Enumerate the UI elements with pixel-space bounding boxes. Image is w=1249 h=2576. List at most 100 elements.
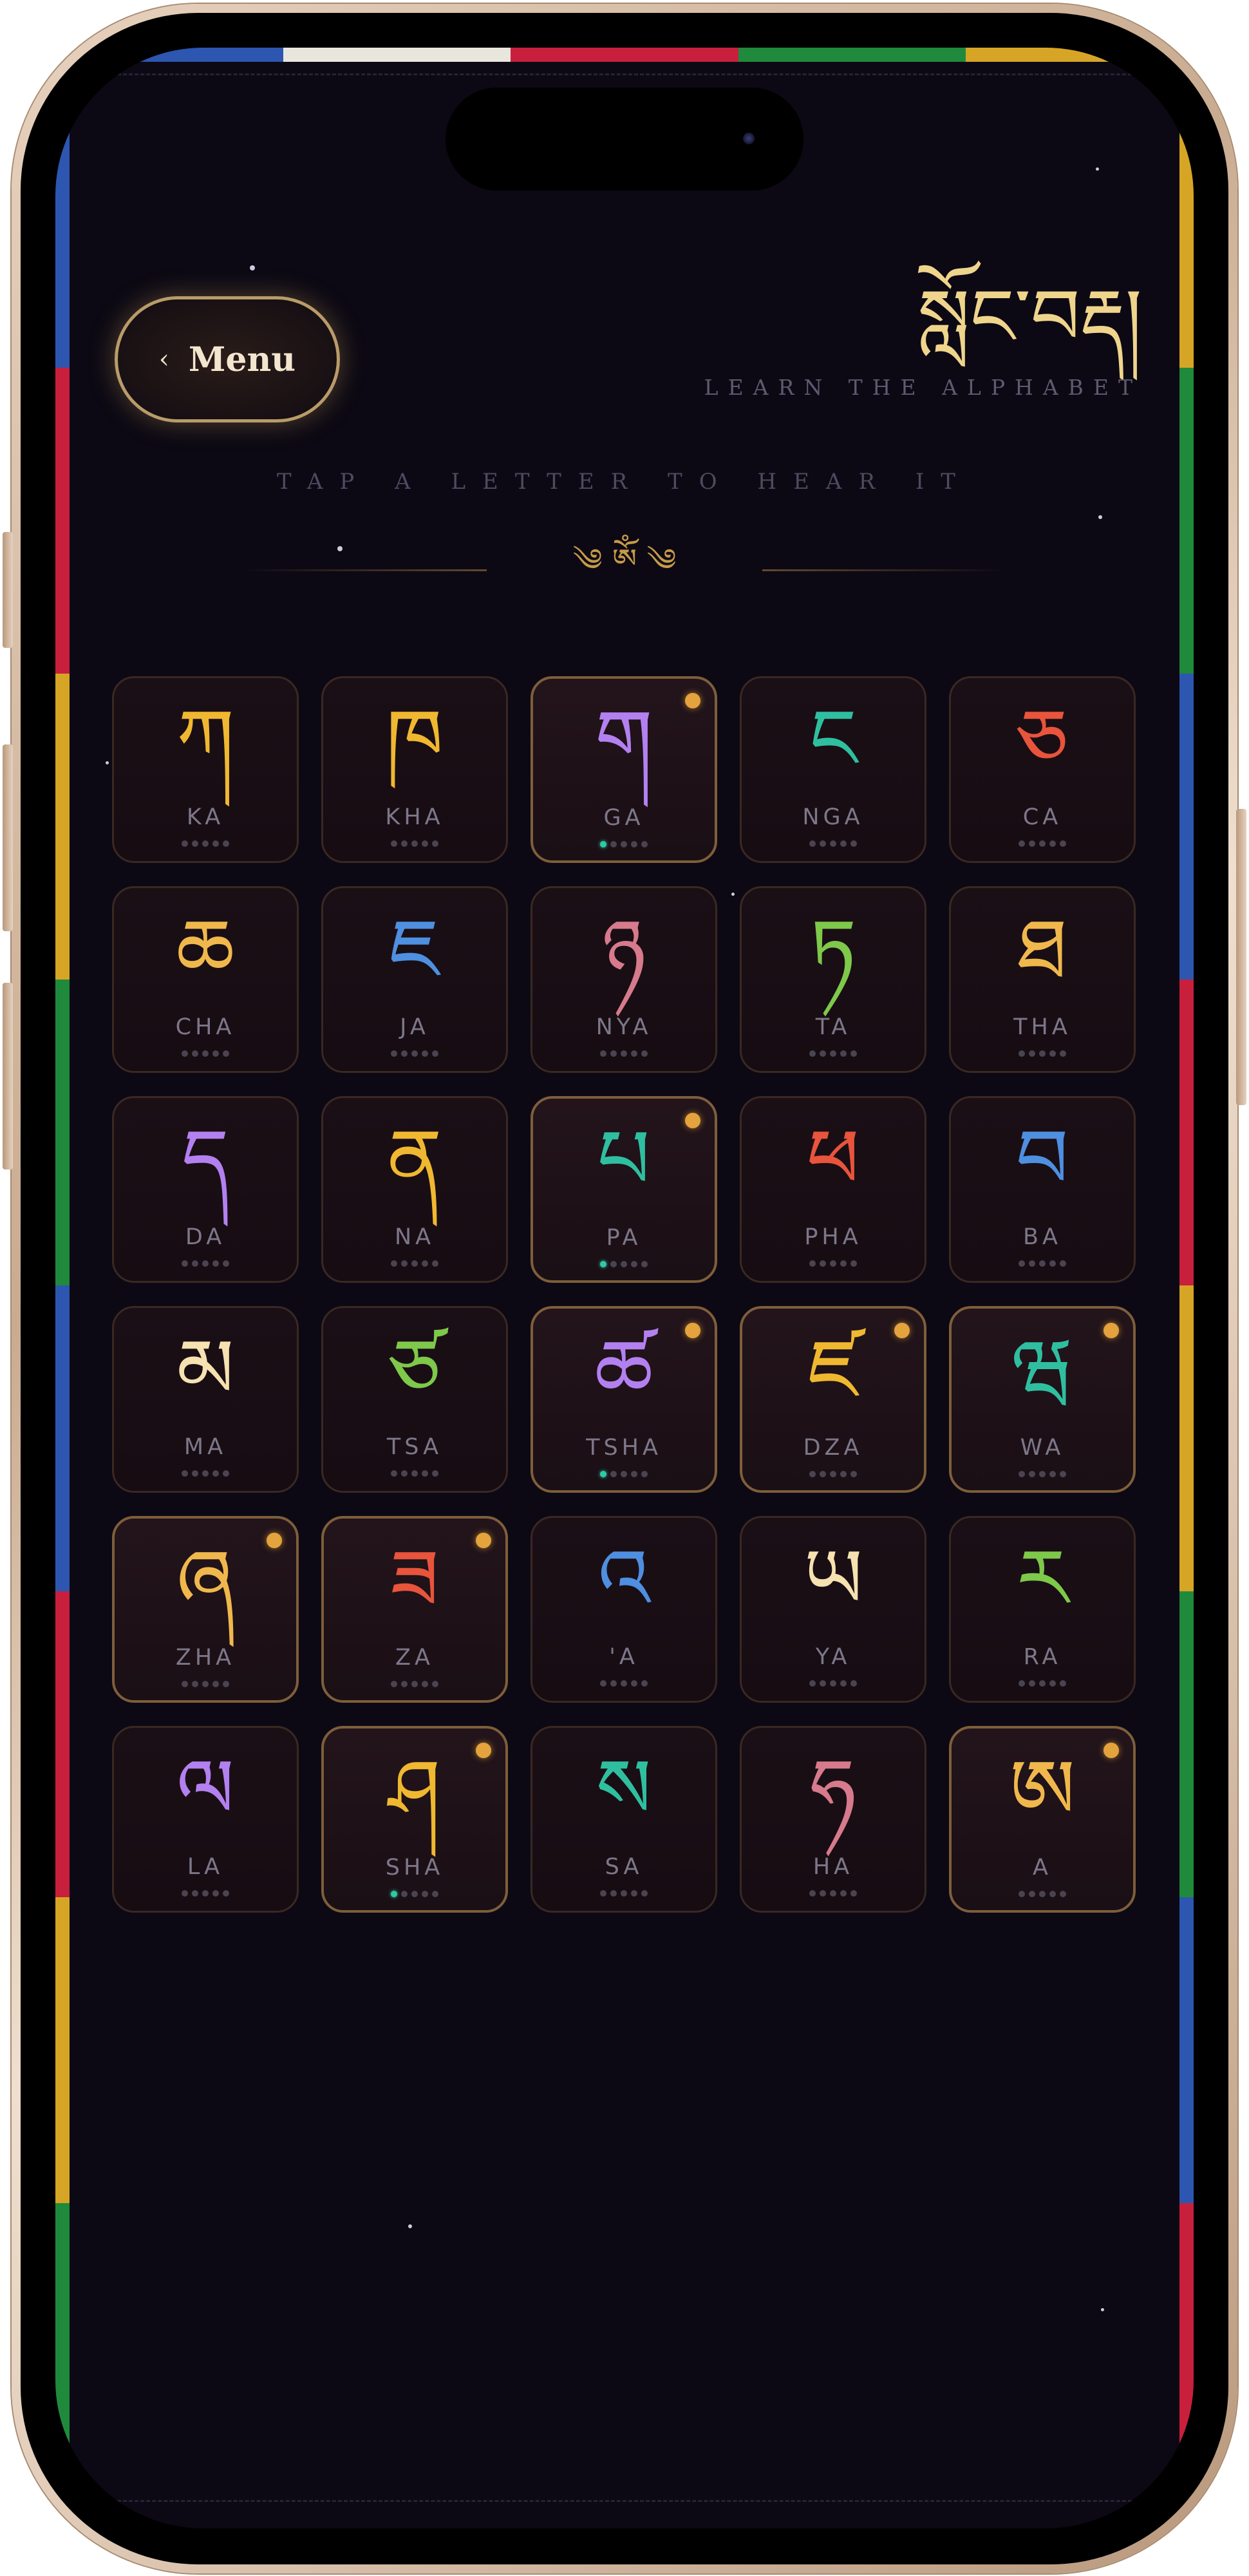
flag-stripe	[1179, 674, 1194, 980]
letter-glyph: ཉ	[601, 902, 646, 998]
progress-dot	[850, 1471, 857, 1477]
progress-dot	[621, 1050, 627, 1057]
progress-dot	[202, 1470, 209, 1477]
progress-dot	[600, 841, 606, 848]
progress-dot	[422, 1891, 428, 1897]
progress-dot	[621, 1890, 627, 1897]
letter-romanization: NGA	[802, 804, 864, 830]
progress-dot	[1049, 840, 1056, 847]
progress-dot	[1039, 1471, 1046, 1477]
letter-romanization: NA	[394, 1224, 435, 1250]
progress-dot	[391, 1050, 397, 1057]
letter-tile[interactable]: ཧ HA	[740, 1726, 926, 1913]
flag-stripe	[511, 48, 738, 62]
progress-dot	[641, 1890, 648, 1897]
progress-dot	[600, 1261, 606, 1267]
progress-dot	[182, 840, 188, 847]
progress-dot	[830, 1471, 836, 1477]
letter-glyph: ཙ	[388, 1321, 441, 1417]
flag-stripe	[55, 62, 70, 368]
letter-tile[interactable]: ཏ TA	[740, 886, 926, 1073]
progress-dots	[951, 1050, 1134, 1057]
progress-dot	[432, 1470, 438, 1477]
letter-tile[interactable]: ཀ KA	[112, 676, 299, 863]
progress-dot	[401, 1260, 408, 1267]
menu-button[interactable]: ‹ Menu	[115, 296, 340, 422]
letter-tile[interactable]: ཙ TSA	[321, 1306, 508, 1493]
letter-tile[interactable]: ཤ SHA	[321, 1726, 508, 1913]
letter-tile[interactable]: ས SA	[531, 1726, 717, 1913]
progress-dots	[532, 1050, 715, 1057]
letter-tile[interactable]: ཐ THA	[949, 886, 1136, 1073]
letter-romanization: SHA	[385, 1855, 444, 1880]
flag-stripe	[55, 368, 70, 674]
letter-tile[interactable]: ང NGA	[740, 676, 926, 863]
letter-tile[interactable]: ཝ WA	[949, 1306, 1136, 1493]
letter-tile[interactable]: ཕ PHA	[740, 1096, 926, 1283]
progress-dots	[114, 1050, 297, 1057]
flag-stripe	[1179, 368, 1194, 674]
letter-glyph: ཅ	[1016, 692, 1069, 788]
letter-tile[interactable]: ཆ CHA	[112, 886, 299, 1073]
letter-romanization: BA	[1023, 1224, 1062, 1250]
letter-romanization: JA	[400, 1014, 429, 1040]
letter-romanization: TA	[815, 1014, 851, 1040]
progress-dot	[600, 1890, 606, 1897]
letter-tile[interactable]: ཟ ZA	[321, 1516, 508, 1703]
star-decoration	[1096, 167, 1099, 171]
letter-tile[interactable]: ཉ NYA	[531, 886, 717, 1073]
om-ornament: ༄ ༀ ༄	[572, 542, 677, 578]
progress-dot	[1060, 1471, 1066, 1477]
letter-romanization: A	[1033, 1855, 1052, 1880]
bottom-dashed-divider	[94, 2500, 1155, 2502]
progress-dot	[401, 1050, 408, 1057]
progress-dots	[323, 1050, 506, 1057]
progress-dots	[742, 1471, 924, 1477]
letter-tile[interactable]: ཨA	[949, 1726, 1136, 1913]
letter-romanization: DA	[185, 1224, 226, 1250]
letter-glyph: ཁ	[386, 692, 444, 788]
letter-romanization: YA	[815, 1644, 851, 1670]
top-dashed-divider	[94, 73, 1155, 75]
letter-tile[interactable]: ཡ YA	[740, 1516, 926, 1703]
letter-romanization: ZHA	[175, 1645, 236, 1671]
flag-stripe	[1179, 980, 1194, 1285]
letter-tile[interactable]: ཞ ZHA	[112, 1516, 299, 1703]
letter-romanization: CHA	[175, 1014, 236, 1040]
letter-romanization: KHA	[385, 804, 444, 830]
alphabet-grid: ཀ KA ཁ KHA ག GA ང NGA ཅ CA ཆ CHA ཇ JA ཉ NYA ཏ TA ཐ THA ད DA ན N…	[112, 676, 1137, 1913]
letter-tile[interactable]: ཛ DZA	[740, 1306, 926, 1493]
letter-tile[interactable]: འ 'A	[531, 1516, 717, 1703]
volume-up-button	[3, 744, 13, 931]
progress-dot	[820, 1680, 826, 1687]
letter-tile[interactable]: མ MA	[112, 1306, 299, 1493]
letter-tile[interactable]: ག GA	[531, 676, 717, 863]
progress-dot	[192, 1681, 198, 1687]
letter-tile[interactable]: ལ LA	[112, 1726, 299, 1913]
letter-tile[interactable]: ཁ KHA	[321, 676, 508, 863]
letter-glyph: བ	[1015, 1112, 1069, 1208]
letter-tile[interactable]: ད DA	[112, 1096, 299, 1283]
letter-tile[interactable]: ན NA	[321, 1096, 508, 1283]
letter-tile[interactable]: ཇ JA	[321, 886, 508, 1073]
letter-glyph: ཆ	[176, 902, 235, 998]
letter-tile[interactable]: ཚ TSHA	[531, 1306, 717, 1493]
progress-dot	[610, 1050, 617, 1057]
letter-tile[interactable]: ར RA	[949, 1516, 1136, 1703]
progress-dot	[1029, 1050, 1035, 1057]
progress-dot	[830, 1890, 836, 1897]
letter-tile[interactable]: ཅ CA	[949, 676, 1136, 863]
progress-dot	[192, 1260, 198, 1267]
new-badge-dot	[685, 1323, 700, 1338]
letter-glyph: ན	[387, 1112, 442, 1208]
progress-dot	[1049, 1680, 1056, 1687]
letter-tile[interactable]: པ PA	[531, 1096, 717, 1283]
progress-dot	[1039, 1260, 1046, 1267]
progress-dot	[631, 1050, 637, 1057]
letter-tile[interactable]: བ BA	[949, 1096, 1136, 1283]
letter-romanization: GA	[603, 805, 644, 831]
progress-dot	[223, 1890, 229, 1897]
letter-romanization: DZA	[803, 1435, 863, 1461]
progress-dot	[422, 840, 428, 847]
progress-dot	[840, 1260, 847, 1267]
